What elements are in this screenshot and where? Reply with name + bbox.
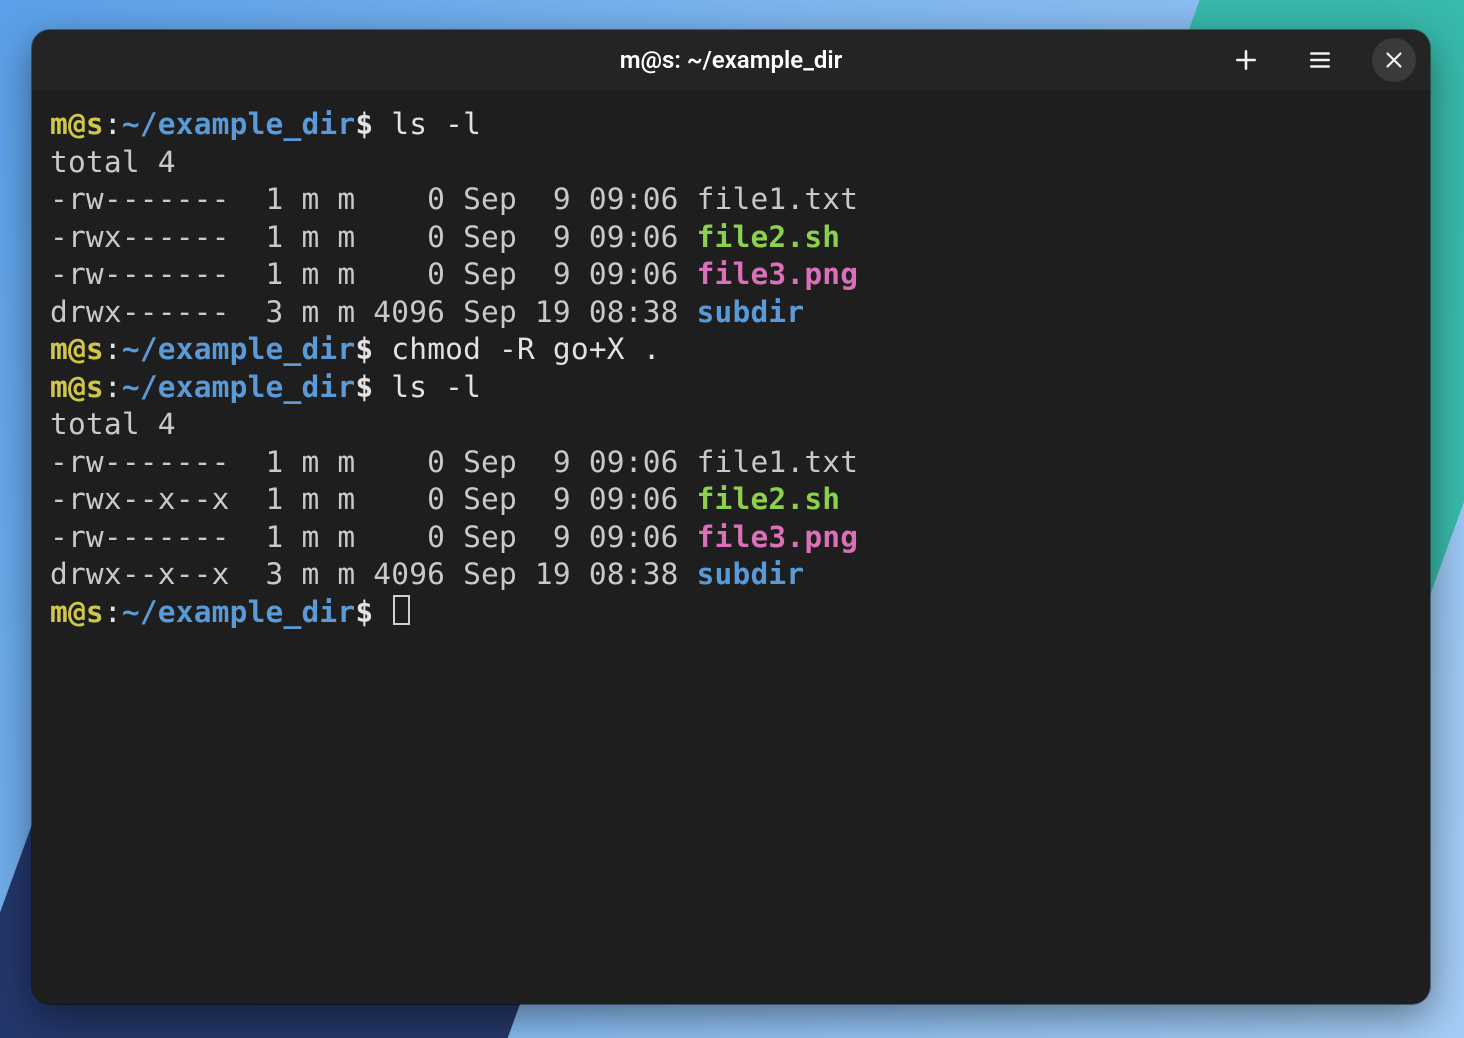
prompt-userhost: m@s bbox=[50, 595, 104, 629]
desktop-wallpaper: m@s: ~/example_dir m@s:~/example_dir$ ls… bbox=[0, 0, 1464, 1038]
ls-meta: -rwx--x--x 1 m m 0 Sep 9 09:06 bbox=[50, 482, 697, 516]
ls-filename: subdir bbox=[697, 295, 805, 329]
prompt-symbol: $ bbox=[355, 107, 391, 141]
ls-meta: drwx--x--x 3 m m 4096 Sep 19 08:38 bbox=[50, 557, 697, 591]
command-text: ls -l bbox=[391, 107, 481, 141]
ls-meta: drwx------ 3 m m 4096 Sep 19 08:38 bbox=[50, 295, 697, 329]
ls-filename: file1.txt bbox=[697, 445, 859, 479]
prompt-userhost: m@s bbox=[50, 370, 104, 404]
prompt-cwd: ~/example_dir bbox=[122, 595, 356, 629]
ls-row: -rw------- 1 m m 0 Sep 9 09:06 file1.txt bbox=[50, 444, 1412, 482]
prompt-sep: : bbox=[104, 370, 122, 404]
command-text: ls -l bbox=[391, 370, 481, 404]
prompt-sep: : bbox=[104, 332, 122, 366]
prompt-cwd: ~/example_dir bbox=[122, 370, 356, 404]
new-tab-button[interactable] bbox=[1224, 38, 1268, 82]
menu-button[interactable] bbox=[1298, 38, 1342, 82]
prompt-cwd: ~/example_dir bbox=[122, 332, 356, 366]
window-title: m@s: ~/example_dir bbox=[32, 46, 1430, 74]
terminal-output-area[interactable]: m@s:~/example_dir$ ls -ltotal 4-rw------… bbox=[32, 90, 1430, 1004]
ls-meta: -rw------- 1 m m 0 Sep 9 09:06 bbox=[50, 445, 697, 479]
titlebar[interactable]: m@s: ~/example_dir bbox=[32, 30, 1430, 90]
prompt-userhost: m@s bbox=[50, 107, 104, 141]
ls-row: -rwx------ 1 m m 0 Sep 9 09:06 file2.sh bbox=[50, 219, 1412, 257]
ls-row: drwx--x--x 3 m m 4096 Sep 19 08:38 subdi… bbox=[50, 556, 1412, 594]
cursor bbox=[393, 595, 410, 625]
prompt-symbol: $ bbox=[355, 370, 391, 404]
prompt-userhost: m@s bbox=[50, 332, 104, 366]
prompt-sep: : bbox=[104, 595, 122, 629]
prompt-cwd: ~/example_dir bbox=[122, 107, 356, 141]
ls-filename: file1.txt bbox=[697, 182, 859, 216]
ls-meta: -rw------- 1 m m 0 Sep 9 09:06 bbox=[50, 257, 697, 291]
ls-filename: file3.png bbox=[697, 257, 859, 291]
prompt-symbol: $ bbox=[355, 332, 391, 366]
output-total: total 4 bbox=[50, 406, 1412, 444]
close-icon bbox=[1383, 49, 1405, 71]
close-button[interactable] bbox=[1372, 38, 1416, 82]
titlebar-controls bbox=[1224, 30, 1416, 90]
ls-row: -rwx--x--x 1 m m 0 Sep 9 09:06 file2.sh bbox=[50, 481, 1412, 519]
command-line: m@s:~/example_dir$ chmod -R go+X . bbox=[50, 331, 1412, 369]
ls-meta: -rwx------ 1 m m 0 Sep 9 09:06 bbox=[50, 220, 697, 254]
ls-meta: -rw------- 1 m m 0 Sep 9 09:06 bbox=[50, 520, 697, 554]
ls-row: -rw------- 1 m m 0 Sep 9 09:06 file3.png bbox=[50, 256, 1412, 294]
ls-filename: subdir bbox=[697, 557, 805, 591]
command-line: m@s:~/example_dir$ bbox=[50, 594, 1412, 632]
output-total: total 4 bbox=[50, 144, 1412, 182]
ls-row: -rw------- 1 m m 0 Sep 9 09:06 file1.txt bbox=[50, 181, 1412, 219]
prompt-sep: : bbox=[104, 107, 122, 141]
command-line: m@s:~/example_dir$ ls -l bbox=[50, 369, 1412, 407]
ls-row: drwx------ 3 m m 4096 Sep 19 08:38 subdi… bbox=[50, 294, 1412, 332]
command-line: m@s:~/example_dir$ ls -l bbox=[50, 106, 1412, 144]
ls-meta: -rw------- 1 m m 0 Sep 9 09:06 bbox=[50, 182, 697, 216]
terminal-window: m@s: ~/example_dir m@s:~/example_dir$ ls… bbox=[32, 30, 1430, 1004]
prompt-symbol: $ bbox=[355, 595, 391, 629]
ls-filename: file2.sh bbox=[697, 220, 841, 254]
command-text: chmod -R go+X . bbox=[391, 332, 660, 366]
ls-filename: file3.png bbox=[697, 520, 859, 554]
ls-row: -rw------- 1 m m 0 Sep 9 09:06 file3.png bbox=[50, 519, 1412, 557]
hamburger-icon bbox=[1307, 47, 1333, 73]
ls-filename: file2.sh bbox=[697, 482, 841, 516]
plus-icon bbox=[1233, 47, 1259, 73]
